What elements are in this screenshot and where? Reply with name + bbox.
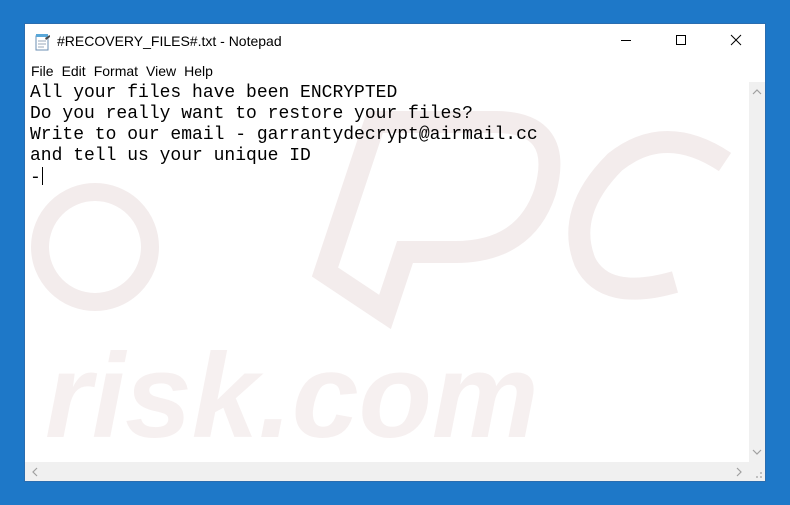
text-caret bbox=[41, 167, 43, 185]
menu-help[interactable]: Help bbox=[180, 60, 217, 82]
text-line: and tell us your unique ID bbox=[30, 146, 311, 166]
resize-grip[interactable] bbox=[749, 462, 765, 481]
menu-file[interactable]: File bbox=[27, 60, 58, 82]
menu-view[interactable]: View bbox=[142, 60, 180, 82]
text-line: Do you really want to restore your files… bbox=[30, 104, 473, 124]
close-icon bbox=[730, 33, 742, 51]
text-line: Write to our email - garrantydecrypt@air… bbox=[30, 125, 538, 145]
vertical-scrollbar[interactable] bbox=[749, 82, 765, 462]
text-editor[interactable]: risk.com All your files have been ENCRYP… bbox=[25, 82, 749, 462]
maximize-button[interactable] bbox=[658, 24, 704, 60]
text-line: All your files have been ENCRYPTED bbox=[30, 83, 398, 103]
title-bar[interactable]: #RECOVERY_FILES#.txt - Notepad bbox=[25, 24, 765, 60]
close-button[interactable] bbox=[713, 24, 759, 60]
scroll-left-icon[interactable] bbox=[27, 464, 43, 480]
notepad-window: #RECOVERY_FILES#.txt - Notepad File Edit… bbox=[25, 24, 765, 481]
text-line: - bbox=[30, 168, 41, 188]
resize-grip-icon bbox=[756, 472, 762, 478]
scroll-right-icon[interactable] bbox=[731, 464, 747, 480]
menu-bar: File Edit Format View Help bbox=[25, 60, 765, 82]
minimize-icon bbox=[620, 33, 632, 51]
watermark-text: risk.com bbox=[45, 329, 539, 462]
horizontal-scrollbar[interactable] bbox=[25, 462, 749, 481]
minimize-button[interactable] bbox=[603, 24, 649, 60]
menu-format[interactable]: Format bbox=[90, 60, 142, 82]
maximize-icon bbox=[675, 33, 687, 51]
text-line-with-caret: - bbox=[30, 167, 538, 189]
scroll-up-icon[interactable] bbox=[749, 84, 765, 100]
notepad-icon bbox=[35, 33, 51, 51]
document-text: All your files have been ENCRYPTED Do you… bbox=[30, 83, 538, 189]
menu-edit[interactable]: Edit bbox=[58, 60, 90, 82]
scroll-down-icon[interactable] bbox=[749, 444, 765, 460]
window-title: #RECOVERY_FILES#.txt - Notepad bbox=[57, 33, 282, 49]
